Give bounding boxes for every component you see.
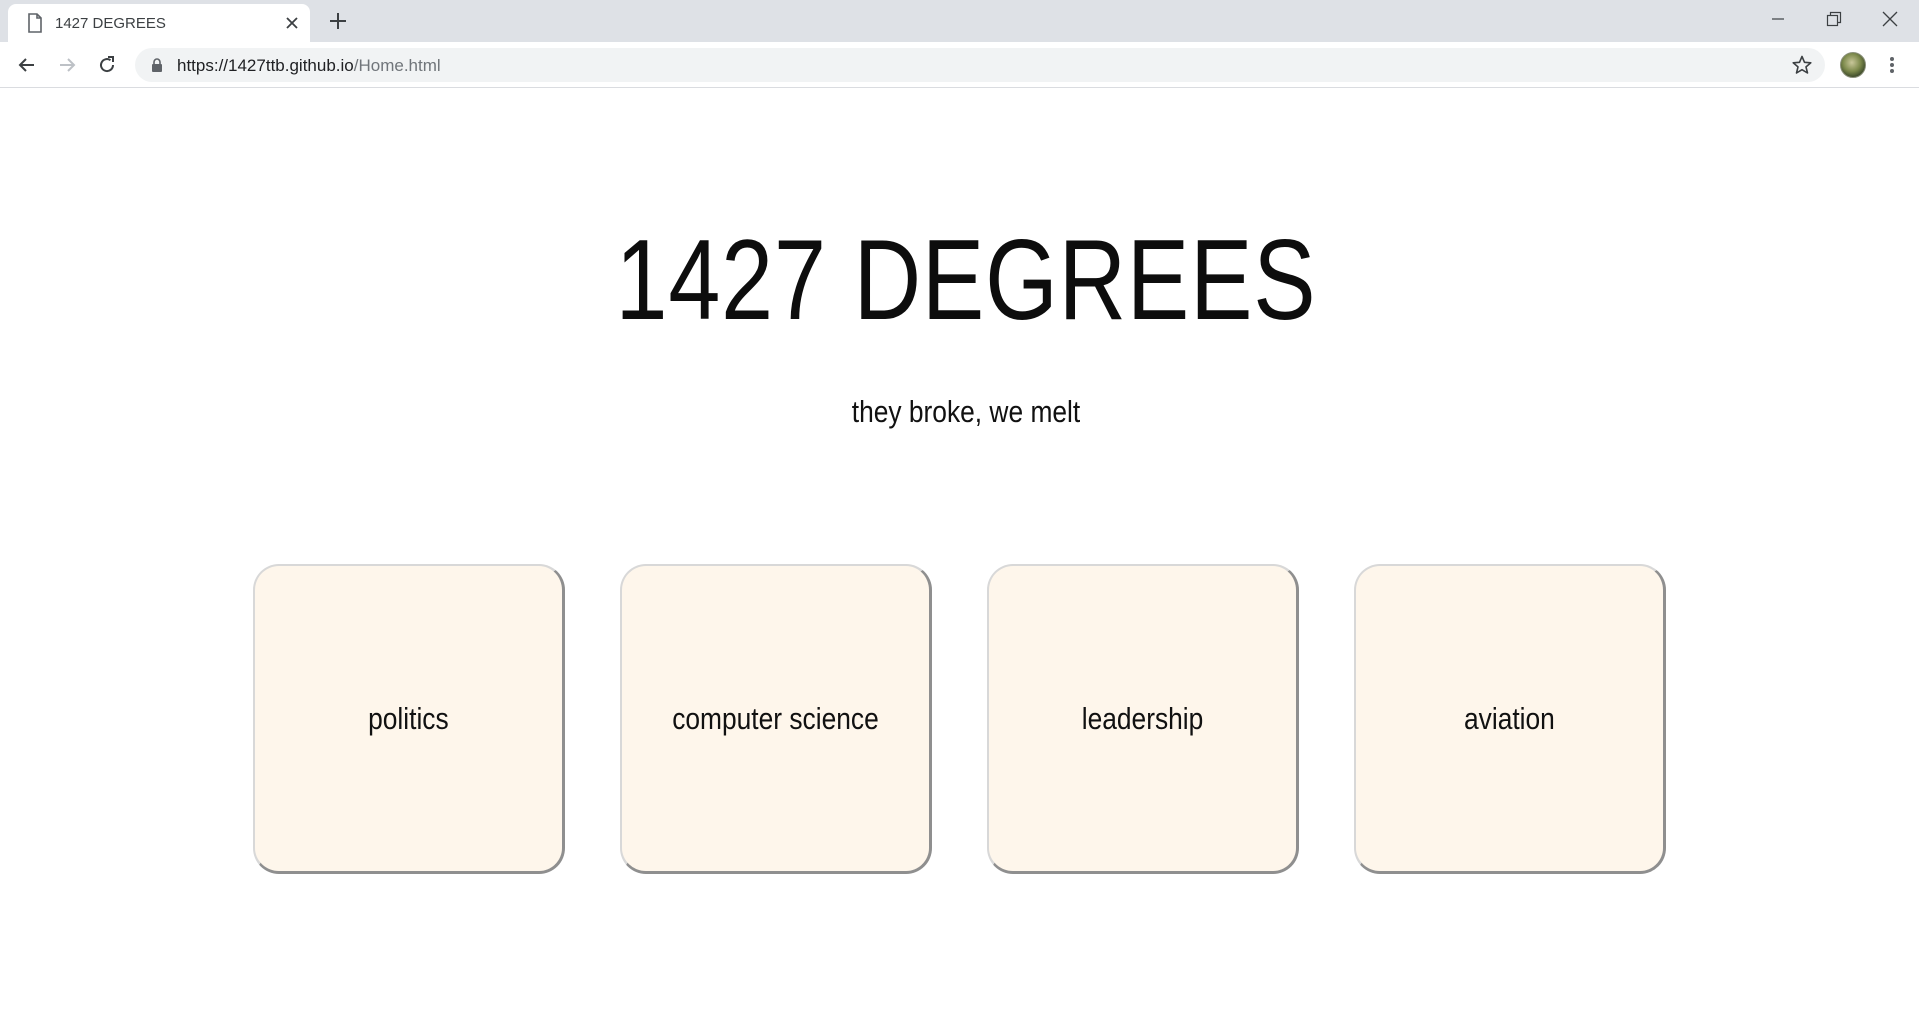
card-label: computer science — [672, 700, 879, 736]
card-computer-science[interactable]: computer science — [620, 564, 932, 874]
address-bar[interactable]: https://1427ttb.github.io/Home.html — [135, 48, 1825, 82]
bookmark-star-icon[interactable] — [1791, 54, 1813, 76]
lock-icon[interactable] — [151, 58, 163, 72]
profile-avatar[interactable] — [1840, 52, 1866, 78]
close-tab-icon[interactable] — [284, 15, 300, 31]
reload-icon[interactable] — [94, 52, 120, 78]
restore-icon[interactable] — [1806, 0, 1862, 38]
more-menu-icon[interactable] — [1884, 54, 1900, 76]
page-tagline: they broke, we melt — [851, 394, 1081, 429]
card-label: politics — [368, 700, 449, 736]
minimize-icon[interactable] — [1750, 0, 1806, 38]
back-arrow-icon[interactable] — [14, 52, 40, 78]
card-politics[interactable]: politics — [253, 564, 565, 874]
card-aviation[interactable]: aviation — [1354, 564, 1666, 874]
url-text[interactable]: https://1427ttb.github.io/Home.html — [177, 56, 441, 76]
close-window-icon[interactable] — [1862, 0, 1918, 38]
browser-toolbar: https://1427ttb.github.io/Home.html — [0, 42, 1919, 88]
card-label: leadership — [1081, 700, 1204, 736]
new-tab-icon[interactable] — [327, 10, 349, 32]
forward-arrow-icon[interactable] — [54, 52, 80, 78]
page-content: 1427 DEGREES they broke, we melt politic… — [0, 89, 1919, 1027]
url-host: https://1427ttb.github.io — [177, 56, 354, 75]
card-leadership[interactable]: leadership — [987, 564, 1299, 874]
browser-tab[interactable]: 1427 DEGREES — [8, 4, 310, 42]
url-path: /Home.html — [353, 56, 441, 75]
card-label: aviation — [1464, 700, 1555, 736]
page-title: 1427 DEGREES — [615, 217, 1317, 344]
page-icon — [27, 13, 43, 33]
browser-tabstrip: 1427 DEGREES — [0, 0, 1919, 42]
tab-title: 1427 DEGREES — [55, 15, 166, 32]
